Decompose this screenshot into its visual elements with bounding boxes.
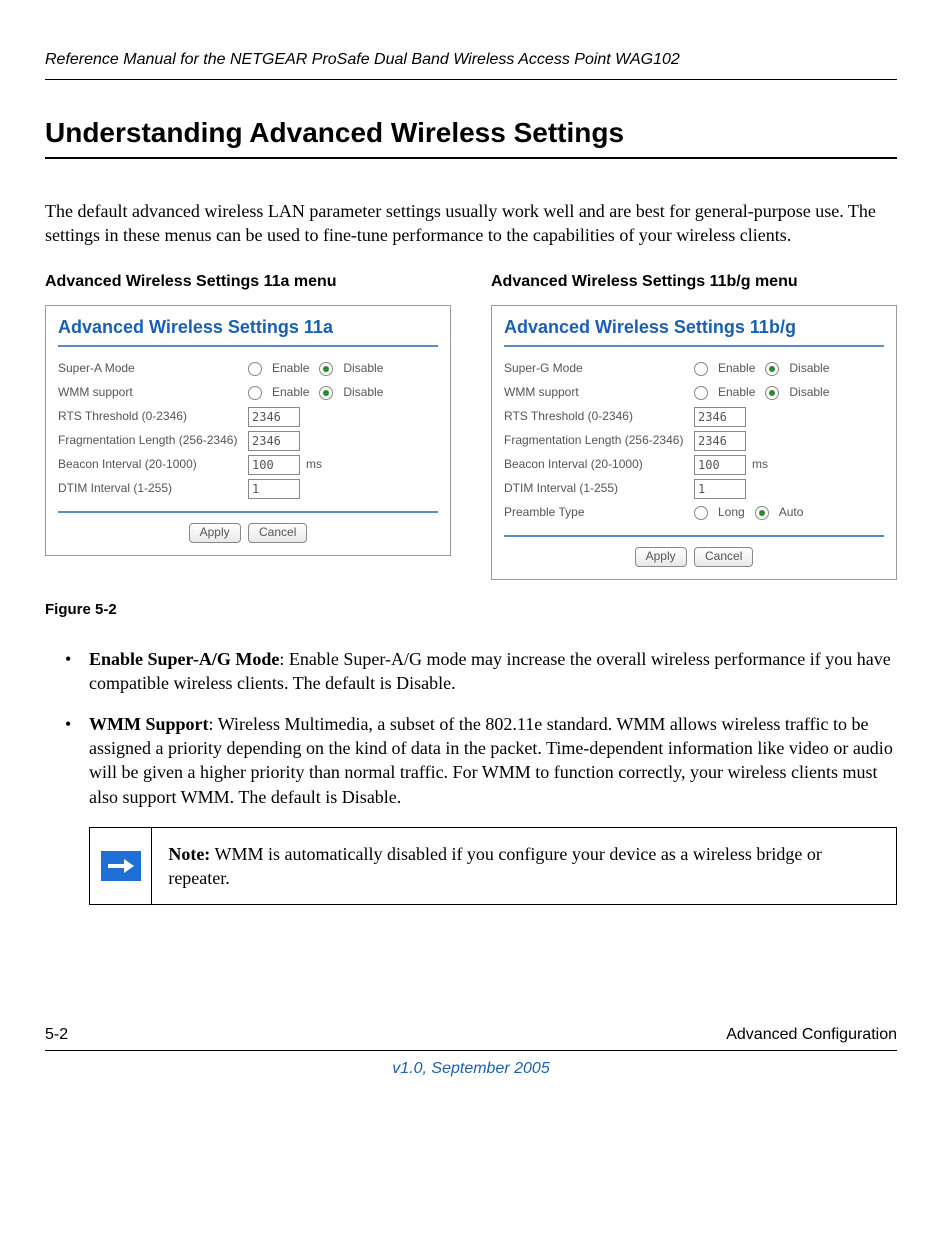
menu-col-11a: Advanced Wireless Settings 11a menu Adva…	[45, 272, 451, 556]
panel-buttons-g: Apply Cancel	[504, 535, 884, 567]
note-body: WMM is automatically disabled if you con…	[168, 844, 821, 888]
radio-disable-label: Disable	[789, 361, 829, 377]
radio-disable-super-a[interactable]	[319, 362, 333, 376]
radio-enable-label: Enable	[272, 361, 309, 377]
radio-long-preamble[interactable]	[694, 506, 708, 520]
bullet-text: : Wireless Multimedia, a subset of the 8…	[89, 714, 893, 807]
bullet-list: Enable Super-A/G Mode: Enable Super-A/G …	[45, 647, 897, 809]
footer-section: Advanced Configuration	[726, 1025, 897, 1046]
row-super-a: Super-A Mode Enable Disable	[58, 357, 438, 381]
note-lead: Note:	[168, 844, 210, 864]
radio-auto-label: Auto	[779, 505, 804, 521]
footer: 5-2 Advanced Configuration v1.0, Septemb…	[45, 1025, 897, 1080]
radio-disable-label: Disable	[343, 361, 383, 377]
menus-row: Advanced Wireless Settings 11a menu Adva…	[45, 272, 897, 580]
intro-paragraph: The default advanced wireless LAN parame…	[45, 199, 897, 248]
row-beacon-a: Beacon Interval (20-1000) ms	[58, 453, 438, 477]
panel-11a: Advanced Wireless Settings 11a Super-A M…	[45, 305, 451, 556]
panel-11bg: Advanced Wireless Settings 11b/g Super-G…	[491, 305, 897, 580]
row-beacon-g: Beacon Interval (20-1000) ms	[504, 453, 884, 477]
figure-caption: Figure 5-2	[45, 600, 897, 620]
menu-col-11bg: Advanced Wireless Settings 11b/g menu Ad…	[491, 272, 897, 580]
divider	[504, 345, 884, 347]
panel-buttons-a: Apply Cancel	[58, 511, 438, 543]
row-wmm-g: WMM support Enable Disable	[504, 381, 884, 405]
radio-enable-label: Enable	[718, 385, 755, 401]
list-item: WMM Support: Wireless Multimedia, a subs…	[45, 712, 897, 809]
radio-disable-label: Disable	[789, 385, 829, 401]
footer-version: v1.0, September 2005	[45, 1059, 897, 1080]
note-box: Note: WMM is automatically disabled if y…	[89, 827, 897, 906]
radio-disable-wmm-g[interactable]	[765, 386, 779, 400]
radio-auto-preamble[interactable]	[755, 506, 769, 520]
label-preamble: Preamble Type	[504, 505, 694, 521]
label-dtim-a: DTIM Interval (1-255)	[58, 481, 248, 497]
row-rts-a: RTS Threshold (0-2346)	[58, 405, 438, 429]
panel-title-11a: Advanced Wireless Settings 11a	[58, 316, 438, 339]
input-beacon-a[interactable]	[248, 455, 300, 475]
row-frag-g: Fragmentation Length (256-2346)	[504, 429, 884, 453]
bullet-lead: WMM Support	[89, 714, 209, 734]
bullet-lead: Enable Super-A/G Mode	[89, 649, 279, 669]
label-wmm-a: WMM support	[58, 385, 248, 401]
radio-enable-label: Enable	[272, 385, 309, 401]
doc-header: Reference Manual for the NETGEAR ProSafe…	[45, 50, 897, 80]
input-dtim-a[interactable]	[248, 479, 300, 499]
arrow-right-icon	[101, 851, 141, 881]
label-beacon-g: Beacon Interval (20-1000)	[504, 457, 694, 473]
radio-enable-super-a[interactable]	[248, 362, 262, 376]
radio-disable-label: Disable	[343, 385, 383, 401]
label-frag-g: Fragmentation Length (256-2346)	[504, 433, 694, 449]
radio-long-label: Long	[718, 505, 745, 521]
note-icon-cell	[90, 828, 152, 905]
unit-ms-a: ms	[306, 457, 322, 473]
footer-page-number: 5-2	[45, 1025, 68, 1046]
label-dtim-g: DTIM Interval (1-255)	[504, 481, 694, 497]
row-frag-a: Fragmentation Length (256-2346)	[58, 429, 438, 453]
apply-button-g[interactable]: Apply	[635, 547, 687, 567]
page-title: Understanding Advanced Wireless Settings	[45, 115, 897, 159]
note-text: Note: WMM is automatically disabled if y…	[152, 828, 896, 905]
row-preamble: Preamble Type Long Auto	[504, 501, 884, 525]
label-rts-g: RTS Threshold (0-2346)	[504, 409, 694, 425]
panel-title-11bg: Advanced Wireless Settings 11b/g	[504, 316, 884, 339]
input-dtim-g[interactable]	[694, 479, 746, 499]
input-frag-g[interactable]	[694, 431, 746, 451]
label-rts-a: RTS Threshold (0-2346)	[58, 409, 248, 425]
radio-disable-wmm-a[interactable]	[319, 386, 333, 400]
apply-button-a[interactable]: Apply	[189, 523, 241, 543]
cancel-button-g[interactable]: Cancel	[694, 547, 753, 567]
radio-enable-wmm-g[interactable]	[694, 386, 708, 400]
radio-enable-wmm-a[interactable]	[248, 386, 262, 400]
radio-disable-super-g[interactable]	[765, 362, 779, 376]
row-wmm-a: WMM support Enable Disable	[58, 381, 438, 405]
label-frag-a: Fragmentation Length (256-2346)	[58, 433, 248, 449]
label-wmm-g: WMM support	[504, 385, 694, 401]
radio-enable-super-g[interactable]	[694, 362, 708, 376]
label-beacon-a: Beacon Interval (20-1000)	[58, 457, 248, 473]
menu-heading-11bg: Advanced Wireless Settings 11b/g menu	[491, 272, 897, 293]
input-rts-a[interactable]	[248, 407, 300, 427]
row-dtim-a: DTIM Interval (1-255)	[58, 477, 438, 501]
divider	[58, 345, 438, 347]
row-rts-g: RTS Threshold (0-2346)	[504, 405, 884, 429]
unit-ms-g: ms	[752, 457, 768, 473]
row-dtim-g: DTIM Interval (1-255)	[504, 477, 884, 501]
input-rts-g[interactable]	[694, 407, 746, 427]
cancel-button-a[interactable]: Cancel	[248, 523, 307, 543]
label-super-a: Super-A Mode	[58, 361, 248, 377]
input-frag-a[interactable]	[248, 431, 300, 451]
row-super-g: Super-G Mode Enable Disable	[504, 357, 884, 381]
menu-heading-11a: Advanced Wireless Settings 11a menu	[45, 272, 451, 293]
list-item: Enable Super-A/G Mode: Enable Super-A/G …	[45, 647, 897, 696]
label-super-g: Super-G Mode	[504, 361, 694, 377]
radio-enable-label: Enable	[718, 361, 755, 377]
input-beacon-g[interactable]	[694, 455, 746, 475]
